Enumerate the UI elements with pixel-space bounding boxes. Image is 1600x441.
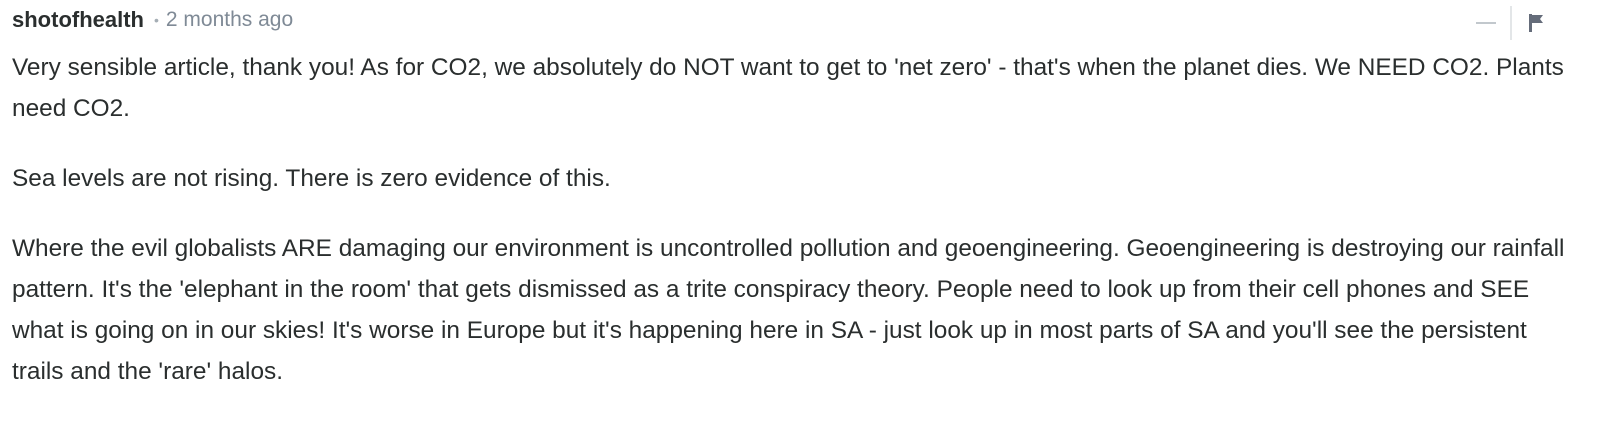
flag-icon	[1529, 14, 1543, 32]
comment-controls	[1474, 6, 1546, 40]
author-name[interactable]: shotofhealth	[12, 7, 144, 33]
minus-icon	[1476, 22, 1496, 24]
flag-button[interactable]	[1526, 11, 1546, 35]
comment: shotofhealth • 2 months ago Very sensibl…	[12, 0, 1582, 441]
comment-body: Very sensible article, thank you! As for…	[12, 47, 1572, 421]
collapse-button[interactable]	[1474, 11, 1498, 35]
controls-divider	[1510, 6, 1512, 40]
comment-header: shotofhealth • 2 months ago	[12, 4, 293, 36]
comment-timestamp[interactable]: 2 months ago	[166, 8, 293, 32]
comment-paragraph: Where the evil globalists ARE damaging o…	[12, 235, 1565, 385]
comment-paragraph: Very sensible article, thank you! As for…	[12, 54, 1564, 122]
comment-paragraph: Sea levels are not rising. There is zero…	[12, 165, 611, 192]
meta-separator: •	[154, 12, 159, 28]
